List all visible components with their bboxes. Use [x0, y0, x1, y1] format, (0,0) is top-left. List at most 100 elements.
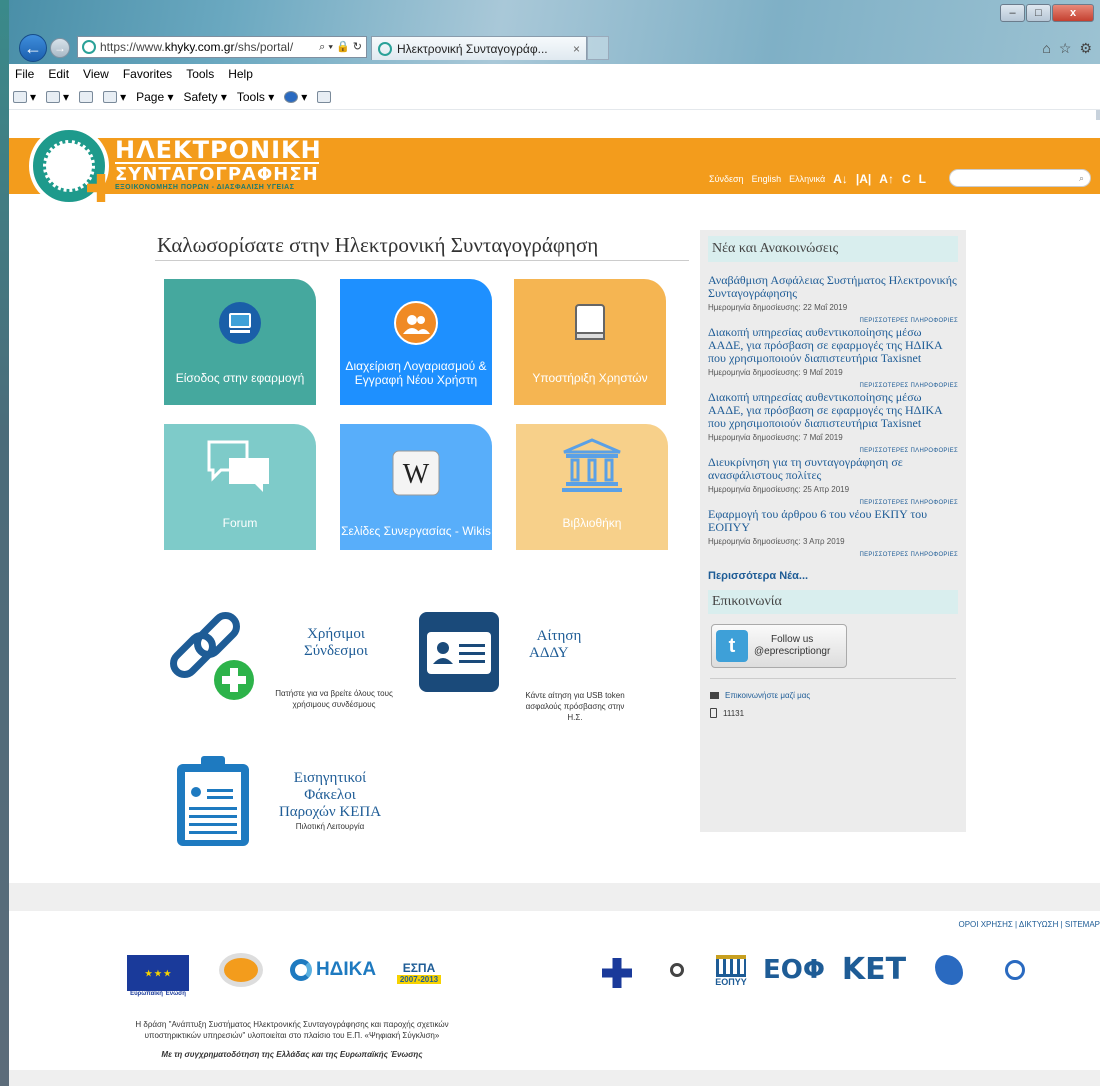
chat-bubbles-icon	[207, 440, 269, 492]
kset-logo: ΚΕΤ	[839, 948, 909, 990]
footer-funding: Με τη συγχρηματοδότηση της Ελλάδας και τ…	[161, 1050, 423, 1059]
login-link[interactable]: Σύνδεση	[709, 174, 744, 184]
news-item-title[interactable]: Διακοπή υπηρεσίας αυθεντικοποίησης μέσω …	[708, 391, 958, 430]
menu-tools[interactable]: Tools	[186, 67, 214, 81]
contact-us-link[interactable]: Επικοινωνήστε μαζί μας	[710, 691, 956, 700]
kepa-title-line3: Παροχών ΚΕΠΑ	[278, 804, 382, 820]
home-cmd-button[interactable]: ▾	[13, 90, 36, 104]
minimize-button[interactable]: –	[1000, 4, 1025, 22]
maximize-button[interactable]: □	[1026, 4, 1051, 22]
logo-tagline: ΕΞΟΙΚΟΝΟΜΗΣΗ ΠΟΡΩΝ - ΔΙΑΣΦΑΛΙΣΗ ΥΓΕΙΑΣ	[115, 184, 295, 191]
font-smaller-button[interactable]: A↓	[833, 172, 848, 186]
home-icon[interactable]: ⌂	[1042, 40, 1050, 57]
twitter-follow-button[interactable]: t Follow us @eprescriptiongr	[711, 624, 847, 668]
tile-account-label: Διαχείριση Λογαριασμού & Εγγραφή Νέου Χρ…	[345, 359, 487, 387]
useful-title-line2: Σύνδεσμοι	[304, 643, 368, 659]
news-more-link[interactable]: ΠΕΡΙΣΣΟΤΕΡΕΣ ΠΛΗΡΟΦΟΡΙΕΣ	[708, 552, 958, 558]
news-more-link[interactable]: ΠΕΡΙΣΣΟΤΕΡΕΣ ΠΛΗΡΟΦΟΡΙΕΣ	[708, 318, 958, 324]
news-item: Διακοπή υπηρεσίας αυθεντικοποίησης μέσω …	[708, 391, 958, 455]
news-more-link[interactable]: ΠΕΡΙΣΣΟΤΕΡΕΣ ΠΛΗΡΟΦΟΡΙΕΣ	[708, 448, 958, 454]
font-larger-button[interactable]: A↑	[879, 172, 894, 186]
tile-library-label: Βιβλιοθήκη	[562, 516, 622, 530]
menu-help[interactable]: Help	[228, 67, 253, 81]
library-building-icon	[562, 438, 622, 492]
news-item-title[interactable]: Εφαρμογή του άρθρου 6 του νέου ΕΚΠΥ του …	[708, 508, 958, 534]
mail-cmd-button[interactable]	[79, 90, 94, 103]
news-item-date: Ημερομηνία δημοσίευσης: 25 Απρ 2019	[708, 485, 850, 494]
logo-line2: ΣΥΝΤΑΓΟΓΡΑΦΗΣΗ	[115, 162, 319, 185]
menu-edit[interactable]: Edit	[48, 67, 69, 81]
useful-links-block[interactable]: Χρήσιμοι Σύνδεσμοι Πατήστε για να βρείτε …	[164, 610, 404, 710]
hellenic-emblem-icon	[1005, 960, 1025, 980]
tab-close-icon[interactable]: ×	[573, 42, 580, 56]
news-item: Διακοπή υπηρεσίας αυθεντικοποίησης μέσω …	[708, 326, 958, 390]
header-links: Σύνδεση English Ελληνικά A↓ |A| A↑ C L	[709, 172, 926, 186]
new-tab-button[interactable]	[587, 36, 609, 60]
address-bar[interactable]: https://www.khyky.com.gr/shs/portal/ ⌕ ▾…	[77, 36, 367, 58]
id-card-icon	[419, 612, 499, 692]
news-item-date: Ημερομηνία δημοσίευσης: 3 Απρ 2019	[708, 537, 845, 546]
news-item-title[interactable]: Αναβάθμιση Ασφάλειας Συστήματος Ηλεκτρον…	[708, 274, 958, 300]
kepa-block[interactable]: Εισηγητικοί Φάκελοι Παροχών ΚΕΠΑ Πιλοτική …	[175, 752, 405, 852]
tile-wikis[interactable]: W Σελίδες Συνεργασίας - Wikis	[340, 424, 492, 550]
address-url: https://www.khyky.com.gr/shs/portal/	[100, 40, 294, 54]
idika-label: ΗΔΙΚΑ	[315, 959, 377, 980]
site-logo[interactable]: ΗΛΕΚΤΡΟΝΙΚΗ ΣΥΝΤΑΓΟΓΡΑΦΗΣΗ ΕΞΟΙΚΟΝΟΜΗΣΗ …	[29, 126, 321, 212]
news-item-title[interactable]: Διακοπή υπηρεσίας αυθεντικοποίησης μέσω …	[708, 326, 958, 365]
tools-menu[interactable]: Tools ▾	[237, 90, 274, 104]
help-cmd-button[interactable]: ▾	[284, 90, 307, 104]
font-normal-button[interactable]: |A|	[856, 172, 871, 186]
tile-library[interactable]: Βιβλιοθήκη	[516, 424, 668, 550]
clipboard-list-icon	[177, 756, 249, 846]
twitter-icon: t	[716, 630, 748, 662]
settings-gear-icon[interactable]: ⚙	[1079, 40, 1092, 57]
feeds-cmd-button[interactable]: ▾	[46, 90, 69, 104]
research-cmd-button[interactable]	[317, 90, 332, 103]
safety-menu[interactable]: Safety ▾	[183, 90, 226, 104]
browser-titlebar: – □ x ← → https://www.khyky.com.gr/shs/p…	[9, 0, 1100, 64]
tile-login[interactable]: Είσοδος στην εφαρμογή	[164, 279, 316, 405]
digital-convergence-icon	[219, 953, 263, 987]
layout-button[interactable]: L	[919, 172, 926, 186]
greek-link[interactable]: Ελληνικά	[789, 174, 825, 184]
favorites-star-icon[interactable]: ☆	[1059, 40, 1072, 57]
page-title: Καλωσορίσατε στην Ηλεκτρονική Συνταγογρά…	[157, 233, 599, 257]
page-menu[interactable]: Page ▾	[136, 90, 173, 104]
users-icon	[394, 301, 438, 345]
menu-bar: File Edit View Favorites Tools Help	[9, 64, 1100, 84]
more-news-link[interactable]: Περισσότερα Νέα...	[708, 570, 958, 582]
footer-band	[9, 883, 1100, 911]
print-cmd-button[interactable]: ▾	[103, 90, 126, 104]
window-left-border	[0, 0, 9, 1086]
close-button[interactable]: x	[1052, 4, 1094, 22]
address-tools-icon[interactable]: ⌕ ▾ 🔒 ↻	[319, 40, 366, 54]
wikipedia-icon: W	[392, 450, 440, 496]
greek-emblem-icon	[670, 963, 684, 977]
news-more-link[interactable]: ΠΕΡΙΣΣΟΤΕΡΕΣ ΠΛΗΡΟΦΟΡΙΕΣ	[708, 383, 958, 389]
forward-button[interactable]: →	[50, 38, 70, 58]
contact-us-label: Επικοινωνήστε μαζί μας	[725, 691, 811, 700]
tile-account[interactable]: Διαχείριση Λογαριασμού & Εγγραφή Νέου Χρ…	[340, 279, 492, 405]
menu-file[interactable]: File	[15, 67, 34, 81]
contrast-button[interactable]: C	[902, 172, 911, 186]
back-button[interactable]: ←	[19, 34, 47, 62]
menu-view[interactable]: View	[83, 67, 109, 81]
news-more-link[interactable]: ΠΕΡΙΣΣΟΤΕΡΕΣ ΠΛΗΡΟΦΟΡΙΕΣ	[708, 500, 958, 506]
search-icon: ⌕	[1078, 173, 1084, 183]
tile-forum[interactable]: Forum	[164, 424, 316, 550]
tile-support[interactable]: Υποστήριξη Χρηστών	[514, 279, 666, 405]
browser-tab[interactable]: Ηλεκτρονική Συνταγογράφ... ×	[371, 36, 587, 60]
title-divider	[155, 260, 689, 261]
english-link[interactable]: English	[752, 174, 782, 184]
menu-favorites[interactable]: Favorites	[123, 67, 172, 81]
adday-title-line1: Αίτηση	[536, 628, 582, 644]
news-heading: Νέα και Ανακοινώσεις	[708, 236, 958, 262]
ministry-labor-logo	[657, 950, 697, 990]
site-search-input[interactable]: ⌕	[949, 169, 1091, 187]
news-item: Εφαρμογή του άρθρου 6 του νέου ΕΚΠΥ του …	[708, 508, 958, 559]
phone-row: 11131	[710, 708, 956, 718]
news-item-title[interactable]: Διευκρίνηση για τη συνταγογράφηση σε ανα…	[708, 456, 958, 482]
footer-links[interactable]: ΟΡΟΙ ΧΡΗΣΗΣ | ΔΙΚΤΥΩΣΗ | SITEMAP	[958, 920, 1100, 929]
adday-block[interactable]: Αίτηση ΑΔΔΥ Κάντε αίτηση για USB token ασ…	[419, 610, 639, 730]
digital-convergence-logo	[209, 950, 273, 990]
